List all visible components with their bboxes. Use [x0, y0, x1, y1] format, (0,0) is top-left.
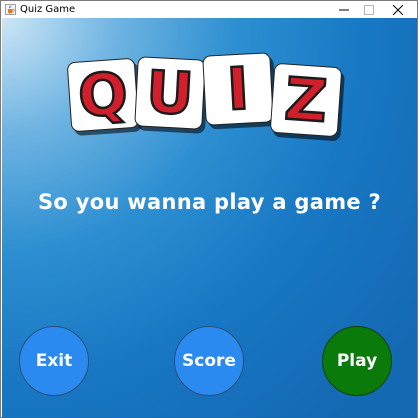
title-bar[interactable]: Quiz Game: [1, 1, 417, 18]
logo-tile-q: Q: [66, 57, 140, 133]
main-panel: Q U I Z So you wanna play a game ? Exit …: [2, 18, 417, 418]
score-button-label: Score: [182, 351, 236, 371]
close-button[interactable]: [381, 1, 415, 18]
play-button-label: Play: [336, 351, 378, 371]
logo-letter: I: [224, 53, 252, 125]
score-button[interactable]: Score: [174, 326, 244, 396]
logo-letter: U: [143, 57, 196, 130]
logo-tile-z: Z: [269, 62, 343, 138]
minimize-icon: [339, 9, 349, 10]
logo-tile-i: I: [202, 52, 274, 126]
exit-button[interactable]: Exit: [19, 326, 89, 396]
logo-letter: Z: [281, 63, 330, 136]
java-cup-icon: [5, 4, 16, 15]
app-window: Quiz Game Q U I Z So you wanna play a ga…: [0, 0, 418, 418]
play-button[interactable]: Play: [322, 326, 392, 396]
logo-letter: Q: [75, 58, 131, 132]
quiz-logo: Q U I Z: [2, 18, 417, 148]
maximize-icon: [364, 4, 374, 15]
logo-tile-u: U: [134, 56, 206, 130]
close-icon: [393, 4, 403, 15]
window-title: Quiz Game: [20, 4, 76, 15]
tagline: So you wanna play a game ?: [37, 190, 382, 214]
exit-button-label: Exit: [35, 351, 73, 371]
